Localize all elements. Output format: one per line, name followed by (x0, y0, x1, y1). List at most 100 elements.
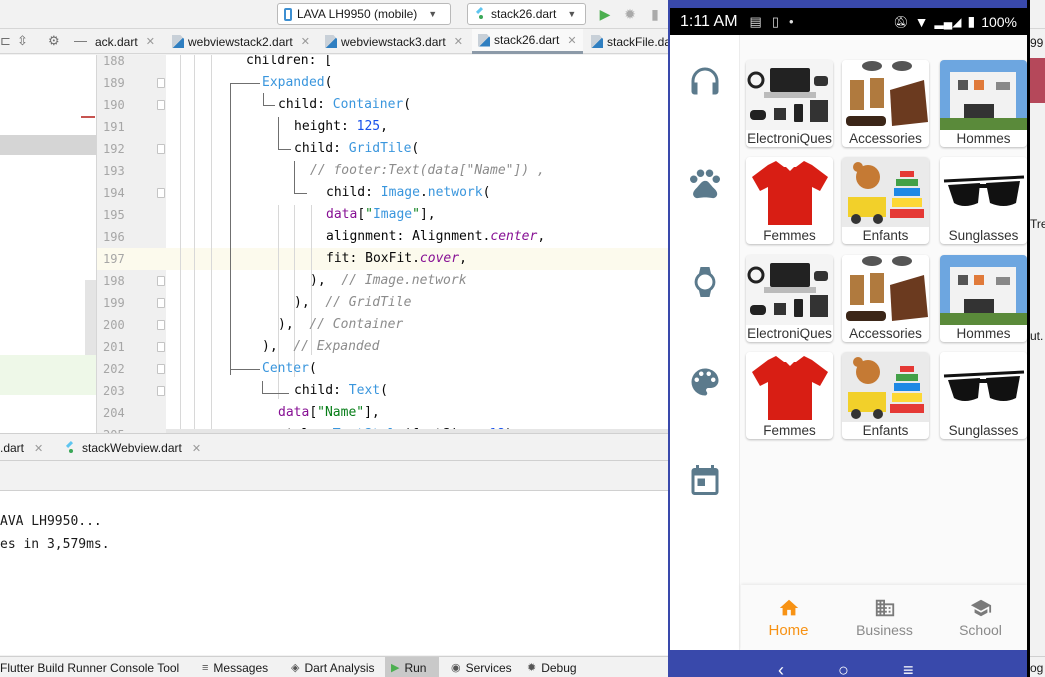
grid-tile-sunglasses[interactable]: Sunglasses (940, 352, 1027, 439)
electronics-image (746, 255, 833, 325)
device-selector[interactable]: LAVA LH9950 (mobile) ▼ (277, 3, 451, 25)
right-panel-accent (1029, 58, 1045, 103)
tool-services[interactable]: ◉ Services (445, 657, 518, 677)
tab-stack26[interactable]: stack26.dart ✕ (472, 29, 583, 54)
selected-row[interactable] (0, 135, 96, 155)
shirt-image (746, 157, 833, 227)
close-icon[interactable]: ✕ (301, 35, 310, 48)
shirt-image (746, 352, 833, 422)
tab-label: webviewstack2.dart (188, 34, 293, 49)
line-number: 196 (103, 230, 125, 244)
tile-label: Accessories (849, 326, 922, 341)
attach-icon[interactable]: ▮ (646, 5, 664, 23)
expand-all-icon[interactable]: ⊏ (0, 33, 11, 49)
code-line: fit: BoxFit.cover, (326, 251, 467, 266)
tool-messages[interactable]: ≡ Messages (196, 657, 274, 677)
grid-tile-electronics[interactable]: ElectroniQues (746, 255, 833, 342)
grid-tile-accessories[interactable]: Accessories (842, 60, 929, 147)
code-line: height: 125, (294, 119, 388, 134)
minimize-icon[interactable]: — (74, 33, 87, 48)
phone-icon (284, 7, 292, 21)
fold-marker-icon[interactable] (157, 144, 165, 154)
tab-label: stack26.dart (494, 33, 560, 47)
scroll-indicator (85, 280, 96, 355)
line-number: 192 (103, 142, 125, 156)
tool-label: Debug (541, 660, 577, 675)
grid-tile-toys[interactable]: Enfants (842, 352, 929, 439)
paw-icon[interactable] (687, 165, 723, 201)
fold-marker-icon[interactable] (157, 100, 165, 110)
grid-tile-accessories[interactable]: Accessories (842, 255, 929, 342)
grid-tile-electronics[interactable]: ElectroniQues (746, 60, 833, 147)
palette-icon[interactable] (687, 364, 723, 400)
close-icon[interactable]: ✕ (34, 442, 43, 455)
tab-label: webviewstack3.dart (341, 34, 446, 49)
grid-tile-house[interactable]: Hommes (940, 255, 1027, 342)
tool-dart-analysis[interactable]: ◈ Dart Analysis (285, 657, 381, 677)
line-number: 198 (103, 274, 125, 288)
fold-marker-icon[interactable] (157, 298, 165, 308)
toys-image (842, 157, 929, 227)
run-icon[interactable]: ▶ (596, 5, 614, 23)
tool-flutter-build-runner[interactable]: Flutter Build Runner Console Tool (0, 657, 185, 677)
line-number: 201 (103, 340, 125, 354)
code-line: Expanded( (262, 75, 333, 90)
code-comment: // footer:Text(data["Name"]) , (310, 163, 545, 178)
run-config-selector[interactable]: stack26.dart ▼ (467, 3, 586, 25)
tab-webviewstack3[interactable]: webviewstack3.dart ✕ (325, 29, 463, 54)
fold-marker-icon[interactable] (157, 78, 165, 88)
run-icon: ▶ (391, 662, 400, 674)
calendar-icon[interactable] (687, 462, 723, 498)
gear-icon[interactable]: ⚙ (48, 33, 60, 49)
dart-file-icon (172, 35, 184, 48)
line-number: 199 (103, 296, 125, 310)
code-editor[interactable]: children: [Expanded(child: Container(hei… (166, 55, 668, 433)
headphones-icon[interactable] (687, 63, 723, 99)
right-edge-text: 99 (1030, 36, 1044, 50)
grid-tile-shirt[interactable]: Femmes (746, 352, 833, 439)
back-button[interactable]: ‹ (778, 660, 784, 677)
watch-icon[interactable] (687, 264, 723, 300)
close-icon[interactable]: ✕ (146, 35, 155, 48)
grid-tile-sunglasses[interactable]: Sunglasses (940, 157, 1027, 244)
fold-marker-icon[interactable] (157, 188, 165, 198)
fold-marker-icon[interactable] (157, 364, 165, 374)
home-button[interactable]: ○ (838, 660, 849, 677)
run-tab-stackwebview[interactable]: stackWebview.dart ✕ (64, 434, 201, 462)
tile-label: Femmes (763, 423, 816, 438)
line-number: 203 (103, 384, 125, 398)
close-icon[interactable]: ✕ (567, 34, 576, 47)
app-screen: ElectroniQues Accessories Hommes Femmes Enfa… (670, 35, 1027, 650)
tab-stackfile[interactable]: stackFile.da (591, 29, 671, 54)
run-tab-dart[interactable]: .dart ✕ (0, 434, 43, 462)
grid-tile-house[interactable]: Hommes (940, 60, 1027, 147)
bottom-navigation: Home Business School (741, 585, 1027, 650)
fold-marker-icon[interactable] (157, 386, 165, 396)
tool-run[interactable]: ▶ Run (385, 657, 439, 677)
run-tab-label: stackWebview.dart (82, 441, 182, 455)
nav-business[interactable]: Business (837, 585, 932, 650)
sunglasses-image (940, 352, 1027, 422)
grid-tile-toys[interactable]: Enfants (842, 157, 929, 244)
tool-debug[interactable]: ✹ Debug (521, 657, 583, 677)
fold-marker-icon[interactable] (157, 320, 165, 330)
services-icon: ◉ (451, 662, 461, 674)
fold-marker-icon[interactable] (157, 342, 165, 352)
close-icon[interactable]: ✕ (454, 35, 463, 48)
close-icon[interactable]: ✕ (192, 442, 201, 455)
nav-home[interactable]: Home (741, 585, 836, 650)
tab-webviewstack2[interactable]: webviewstack2.dart ✕ (172, 29, 310, 54)
fold-marker-icon[interactable] (157, 276, 165, 286)
debug-icon: ✹ (527, 662, 537, 674)
grid-tile-shirt[interactable]: Femmes (746, 157, 833, 244)
recents-button[interactable]: ≡ (903, 660, 914, 677)
nav-school[interactable]: School (933, 585, 1028, 650)
line-number: 197 (103, 252, 125, 266)
code-line: child: Text( (294, 383, 388, 398)
tree-guide (230, 83, 231, 375)
code-comment: // Expanded (293, 339, 380, 354)
collapse-all-icon[interactable]: ⇳ (17, 33, 28, 49)
code-line: child: Container( (278, 97, 412, 112)
run-console[interactable]: AVA LH9950... es in 3,579ms. (0, 491, 668, 655)
debug-icon[interactable]: ✹ (621, 5, 639, 23)
